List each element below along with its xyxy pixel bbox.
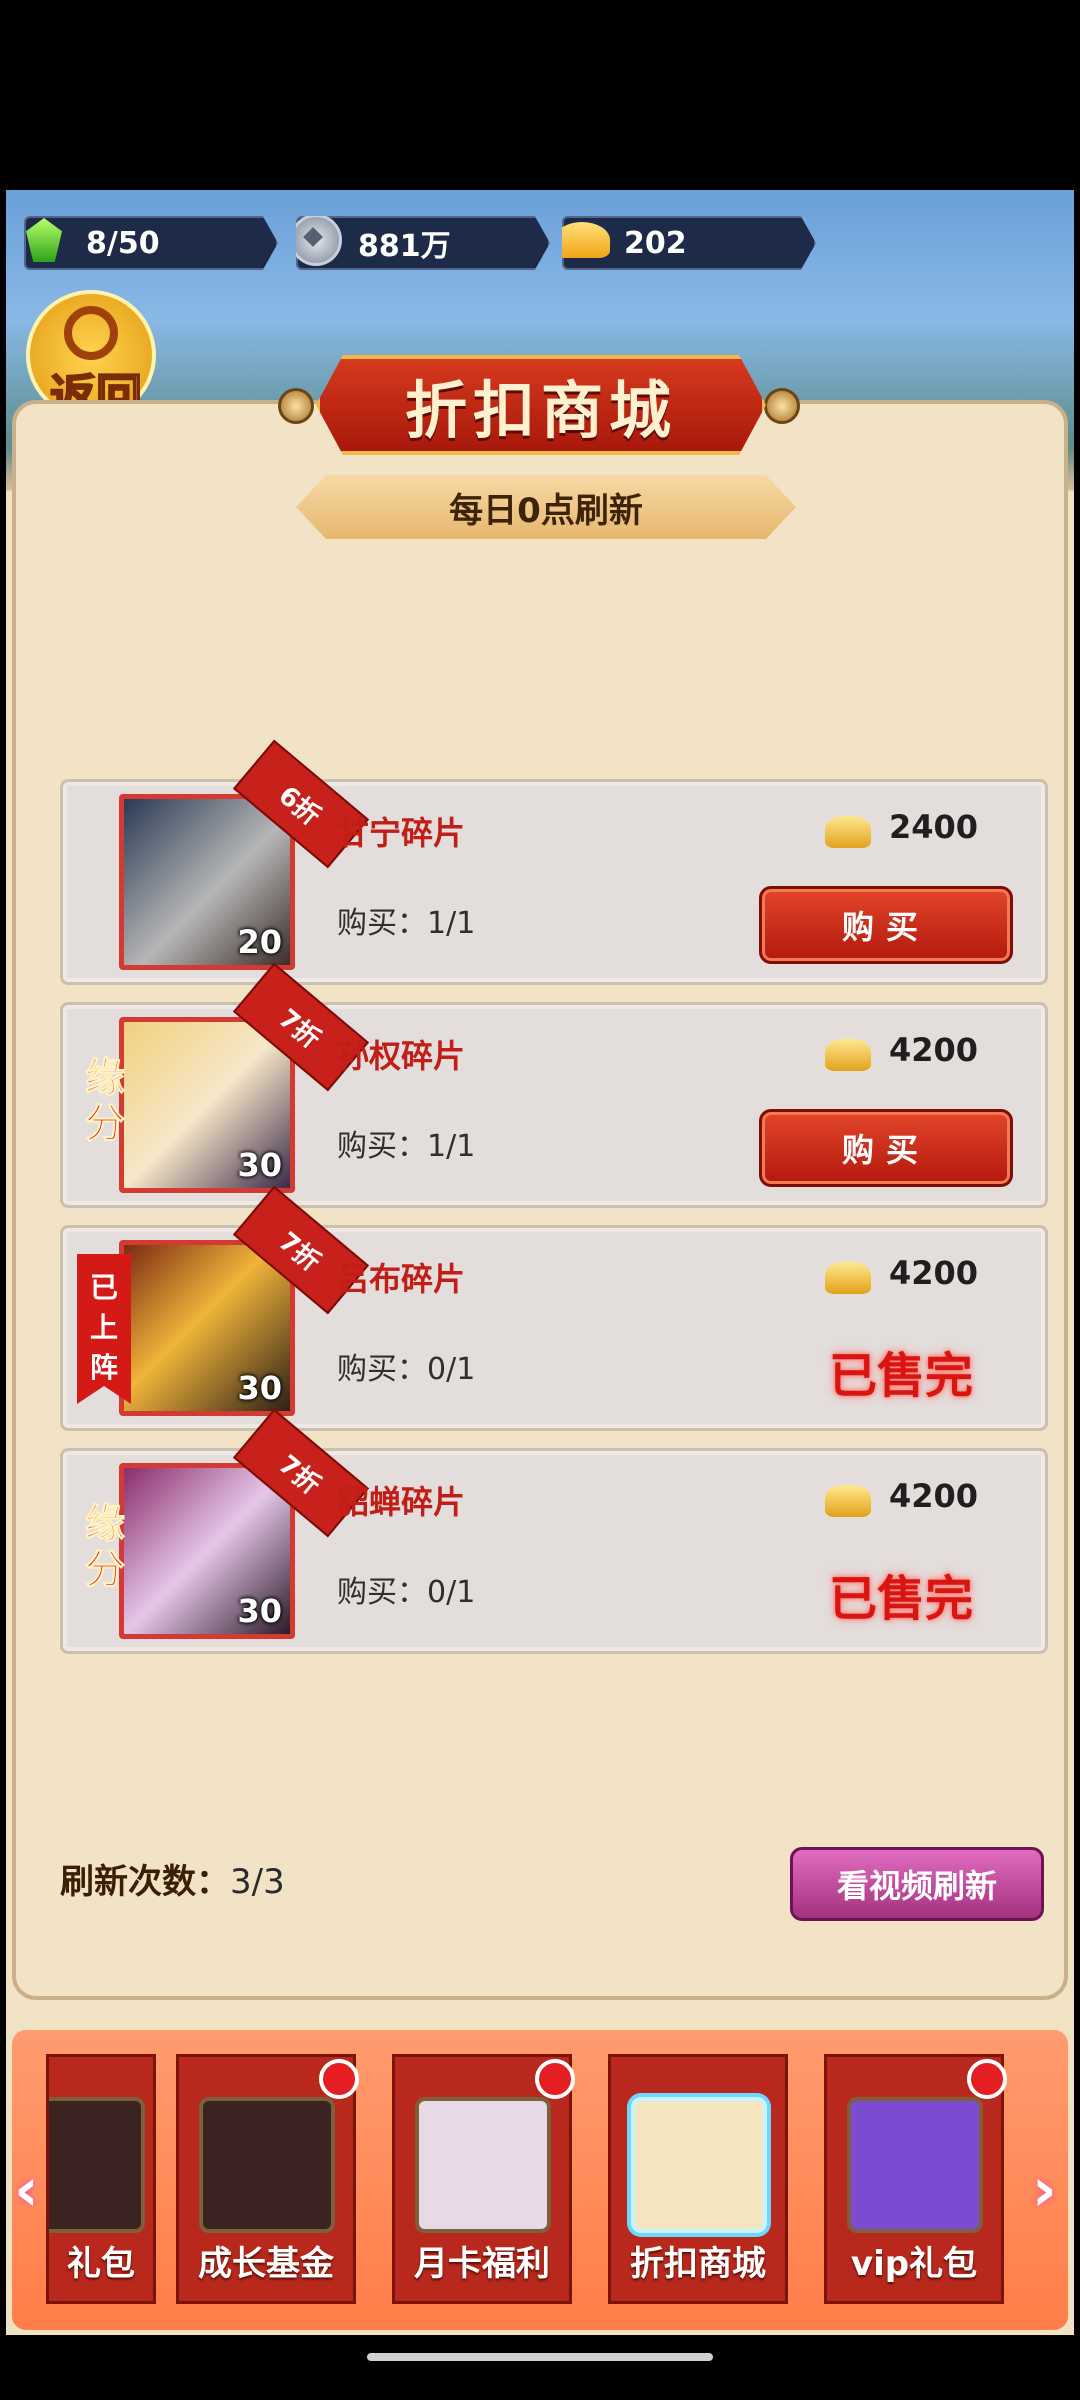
hero-portrait: 30: [119, 1463, 295, 1639]
fragment-count: 30: [237, 1369, 282, 1407]
deployed-tag: 已上阵: [77, 1254, 131, 1404]
banner-stud: [764, 388, 800, 424]
return-icon: [64, 306, 118, 360]
game-screen: 8/50 881万 202 返回 刷新次数：3/3 看视频刷新 20 6折 甘宁…: [6, 190, 1074, 2335]
tab-label: 成长基金: [198, 2244, 334, 2284]
refresh-note: 每日0点刷新: [296, 475, 796, 539]
shop-item-diaochan: 30 7折 缘分 貂蝉碎片 购买：0/1 4200 已售完: [60, 1408, 1048, 1654]
item-price: 4200: [889, 1477, 979, 1515]
buy-button[interactable]: 购买: [759, 1109, 1013, 1187]
gold-ingot-icon: [825, 816, 871, 848]
sold-out-label: 已售完: [828, 1571, 973, 1627]
item-price: 4200: [889, 1254, 979, 1292]
shop-item-lvbu: 30 7折 已上阵 吕布碎片 购买：0/1 4200 已售完: [60, 1185, 1048, 1431]
fragment-count: 30: [237, 1146, 282, 1184]
hero-portrait: 20: [119, 794, 295, 970]
gold-ingot-icon: [825, 1039, 871, 1071]
tab-label: 礼包: [67, 2244, 135, 2284]
page-title: 折扣商城: [316, 355, 766, 455]
gem-counter: 8/50: [24, 216, 278, 270]
banner-stud: [278, 388, 314, 424]
resource-bar: 8/50 881万 202: [6, 190, 1074, 300]
gem-value: 8/50: [86, 225, 160, 261]
vip-gift-icon: [847, 2097, 983, 2233]
hero-portrait: 30: [119, 1017, 295, 1193]
item-price: 4200: [889, 1031, 979, 1069]
gold-ingot-icon: [562, 216, 610, 268]
purchase-limit: 购买：1/1: [337, 1129, 476, 1164]
silver-counter: 881万: [296, 216, 550, 270]
refresh-count-label: 刷新次数：: [60, 1862, 230, 1902]
shop-item-ganning: 20 6折 甘宁碎片 购买：1/1 2400 购买: [60, 739, 1048, 985]
silver-coin-icon: [296, 216, 344, 268]
gem-icon: [24, 216, 72, 268]
tab-month-card[interactable]: 月卡福利: [392, 2054, 575, 2304]
shop-item-sunquan: 30 7折 缘分 孙权碎片 购买：1/1 4200 购买: [60, 962, 1048, 1208]
refresh-count-value: 3/3: [230, 1862, 285, 1902]
bottom-tab-strip: ‹ 礼包 成长基金 月卡福利 折扣商城 vip礼包 ›: [12, 2030, 1068, 2330]
shop-panel: 刷新次数：3/3 看视频刷新 20 6折 甘宁碎片 购买：1/1 2400 购买…: [12, 400, 1068, 2000]
item-name: 甘宁碎片: [337, 814, 466, 852]
item-name: 貂蝉碎片: [337, 1483, 466, 1521]
month-card-icon: [415, 2097, 551, 2233]
purchase-limit: 购买：1/1: [337, 906, 476, 941]
buy-button[interactable]: 购买: [759, 886, 1013, 964]
fragment-count: 20: [237, 923, 282, 961]
tab-label: 月卡福利: [414, 2244, 550, 2284]
hero-portrait: 30: [119, 1240, 295, 1416]
notification-dot: [967, 2059, 1007, 2099]
notification-dot: [319, 2059, 359, 2099]
gold-counter: 202: [562, 216, 816, 270]
scroll-right-arrow-icon[interactable]: ›: [1032, 2160, 1068, 2220]
item-price: 2400: [889, 808, 979, 846]
item-name: 吕布碎片: [337, 1260, 466, 1298]
home-indicator[interactable]: [367, 2353, 713, 2361]
fate-tag: 缘分: [85, 1500, 126, 1593]
tab-label: vip礼包: [850, 2244, 978, 2284]
refresh-count: 刷新次数：3/3: [60, 1854, 285, 1903]
book-icon: [199, 2097, 335, 2233]
fate-tag: 缘分: [85, 1054, 126, 1147]
fragment-count: 30: [237, 1592, 282, 1630]
watch-video-refresh-button[interactable]: 看视频刷新: [790, 1847, 1044, 1921]
gift-icon: [49, 2097, 145, 2233]
silver-value: 881万: [358, 229, 451, 264]
tab-discount-shop[interactable]: 折扣商城: [608, 2054, 788, 2304]
tab-gift-pack[interactable]: 礼包: [46, 2054, 156, 2304]
sold-out-label: 已售完: [828, 1348, 973, 1404]
gold-ingot-icon: [825, 1485, 871, 1517]
gold-ingot-icon: [825, 1262, 871, 1294]
tab-vip-gift[interactable]: vip礼包: [824, 2054, 1007, 2304]
notification-dot: [535, 2059, 575, 2099]
purchase-limit: 购买：0/1: [337, 1575, 476, 1610]
item-name: 孙权碎片: [337, 1037, 466, 1075]
purchase-limit: 购买：0/1: [337, 1352, 476, 1387]
discount-icon: [631, 2097, 767, 2233]
gold-value: 202: [624, 225, 687, 261]
tab-growth-fund[interactable]: 成长基金: [176, 2054, 359, 2304]
tab-label: 折扣商城: [630, 2244, 766, 2284]
scroll-left-arrow-icon[interactable]: ‹: [14, 2160, 50, 2220]
